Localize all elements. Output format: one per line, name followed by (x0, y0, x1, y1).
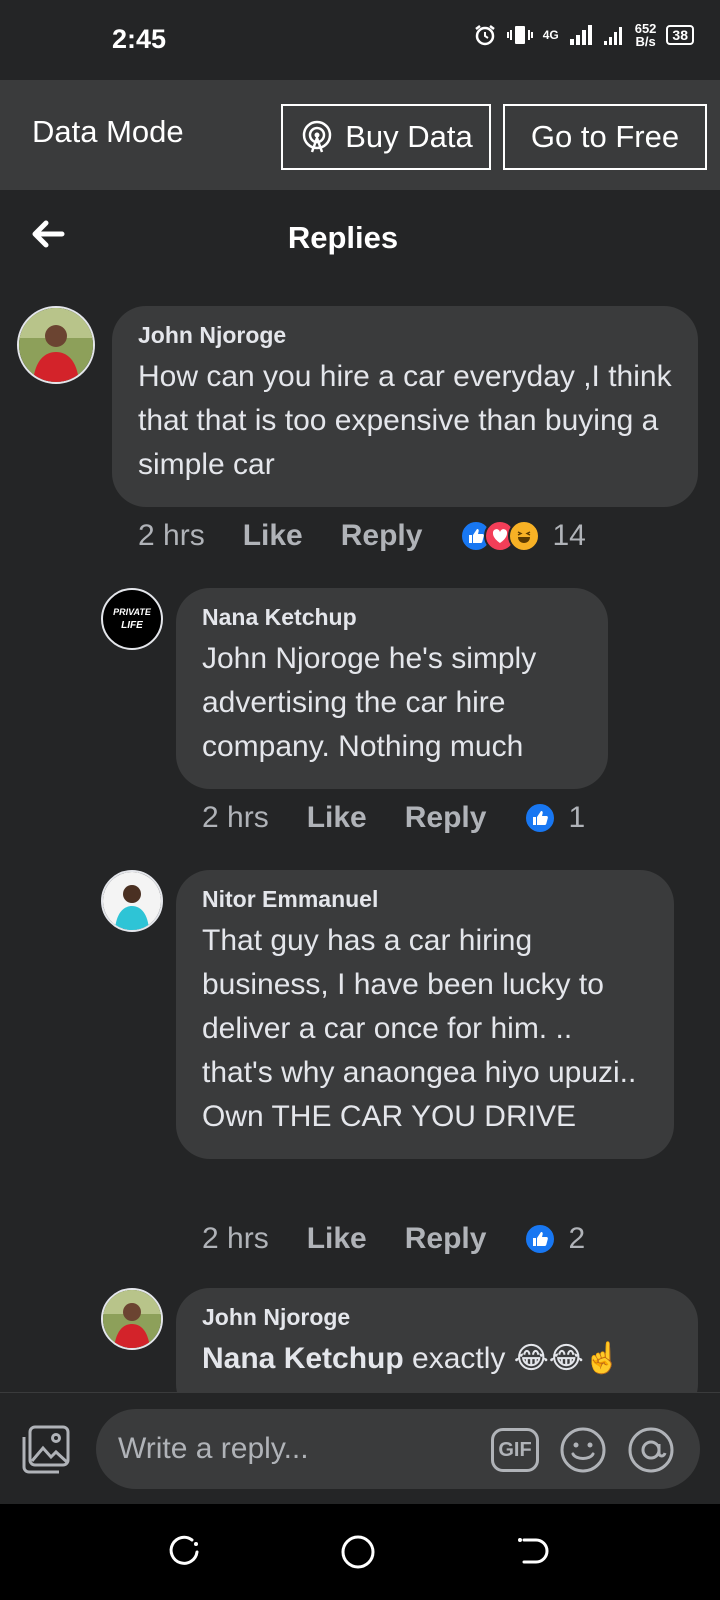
back-nav-icon[interactable] (514, 1532, 554, 1572)
battery-indicator: 38 (666, 25, 694, 45)
reactions[interactable] (460, 520, 541, 552)
comment-bubble: Nana Ketchup John Njoroge he's simply ad… (176, 588, 608, 789)
system-nav-bar (0, 1504, 720, 1600)
reply-composer: GIF (0, 1392, 720, 1504)
gif-button[interactable]: GIF (490, 1425, 540, 1475)
status-icons: 4G 652 B/s 38 (473, 22, 694, 48)
network-type: 4G (542, 28, 559, 42)
comment-author[interactable]: John Njoroge (202, 1304, 672, 1331)
net-speed-unit: B/s (635, 34, 656, 49)
avatar-text-life: LIFE (121, 620, 143, 631)
reply-input[interactable] (118, 1429, 458, 1469)
reply-button[interactable]: Reply (405, 1222, 487, 1256)
avatar[interactable]: PRIVATE LIFE (101, 588, 163, 650)
reactions[interactable] (524, 1223, 557, 1255)
comment-text-body: exactly 😂😂☝️ (403, 1342, 622, 1375)
signal-icon (569, 25, 592, 45)
avatar[interactable] (101, 1288, 163, 1350)
person-photo-icon (103, 872, 161, 930)
reply-button[interactable]: Reply (341, 519, 423, 553)
avatar-text-private: PRIVATE (113, 607, 151, 617)
photo-gallery-icon[interactable] (20, 1423, 72, 1475)
avatar[interactable] (17, 306, 95, 384)
comment-text: That guy has a car hiring business, I ha… (202, 924, 637, 1133)
like-button[interactable]: Like (307, 1222, 367, 1256)
home-icon[interactable] (338, 1532, 378, 1572)
net-speed: 652 B/s (635, 22, 657, 48)
comment-time: 2 hrs (138, 519, 205, 552)
go-to-free-label: Go to Free (530, 119, 680, 154)
like-reaction-icon (524, 1223, 557, 1255)
broadcast-icon (302, 120, 332, 153)
emoji-icon[interactable] (558, 1425, 608, 1475)
comment-actions: 2 hrs Like Reply 14 (138, 519, 586, 553)
comment-author[interactable]: John Njoroge (138, 322, 672, 349)
reaction-count[interactable]: 1 (568, 801, 585, 835)
page-title: Replies (287, 220, 399, 255)
comment-text: John Njoroge he's simply advertising the… (202, 642, 537, 763)
comment-text: Nana Ketchup exactly 😂😂☝️ (202, 1337, 672, 1381)
data-mode-bar: Data Mode Buy Data Go to Free (0, 80, 720, 190)
reaction-count[interactable]: 14 (552, 519, 585, 553)
avatar[interactable] (101, 870, 163, 932)
status-time: 2:45 (112, 24, 167, 54)
reactions[interactable] (524, 802, 557, 834)
gif-label: GIF (498, 1438, 532, 1461)
comment-actions: 2 hrs Like Reply 2 (202, 1222, 585, 1256)
mention-icon[interactable] (626, 1425, 676, 1475)
buy-data-button[interactable]: Buy Data (281, 104, 491, 170)
go-to-free-button[interactable]: Go to Free (503, 104, 707, 170)
person-photo-icon (19, 308, 93, 382)
haha-reaction-icon (508, 520, 541, 552)
private-life-logo: PRIVATE LIFE (103, 590, 161, 648)
mention-link[interactable]: Nana Ketchup (202, 1342, 404, 1375)
comment-author[interactable]: Nitor Emmanuel (202, 886, 648, 913)
like-button[interactable]: Like (307, 801, 367, 835)
reply-input-box: GIF (96, 1409, 700, 1489)
comment-bubble: John Njoroge How can you hire a car ever… (112, 306, 698, 507)
vibrate-icon (506, 26, 533, 44)
reaction-count[interactable]: 2 (568, 1222, 585, 1256)
status-bar: 2:45 4G 652 B/s 38 (0, 0, 720, 80)
comment-clip: John Njoroge Nana Ketchup exactly 😂😂☝️ (0, 1280, 720, 1392)
alarm-icon (474, 25, 495, 46)
like-reaction-icon (524, 802, 557, 834)
comment-time: 2 hrs (202, 1222, 269, 1255)
comment-bubble: John Njoroge Nana Ketchup exactly 😂😂☝️ (176, 1288, 698, 1392)
network-4g-indicator: 4G (543, 29, 559, 41)
person-photo-icon (103, 1290, 161, 1348)
comment-actions: 2 hrs Like Reply 1 (202, 801, 585, 835)
buy-data-label: Buy Data (345, 119, 473, 154)
gif-icon: GIF (491, 1428, 539, 1472)
data-mode-label: Data Mode (32, 114, 184, 149)
comment-text: How can you hire a car everyday ,I think… (138, 360, 672, 481)
replies-header: Replies (0, 190, 720, 290)
signal-2-icon (603, 27, 622, 45)
comment-author[interactable]: Nana Ketchup (202, 604, 582, 631)
comment-time: 2 hrs (202, 801, 269, 834)
reply-button[interactable]: Reply (405, 801, 487, 835)
like-button[interactable]: Like (243, 519, 303, 553)
comment-bubble: Nitor Emmanuel That guy has a car hiring… (176, 870, 674, 1159)
recent-apps-icon[interactable] (164, 1532, 204, 1572)
